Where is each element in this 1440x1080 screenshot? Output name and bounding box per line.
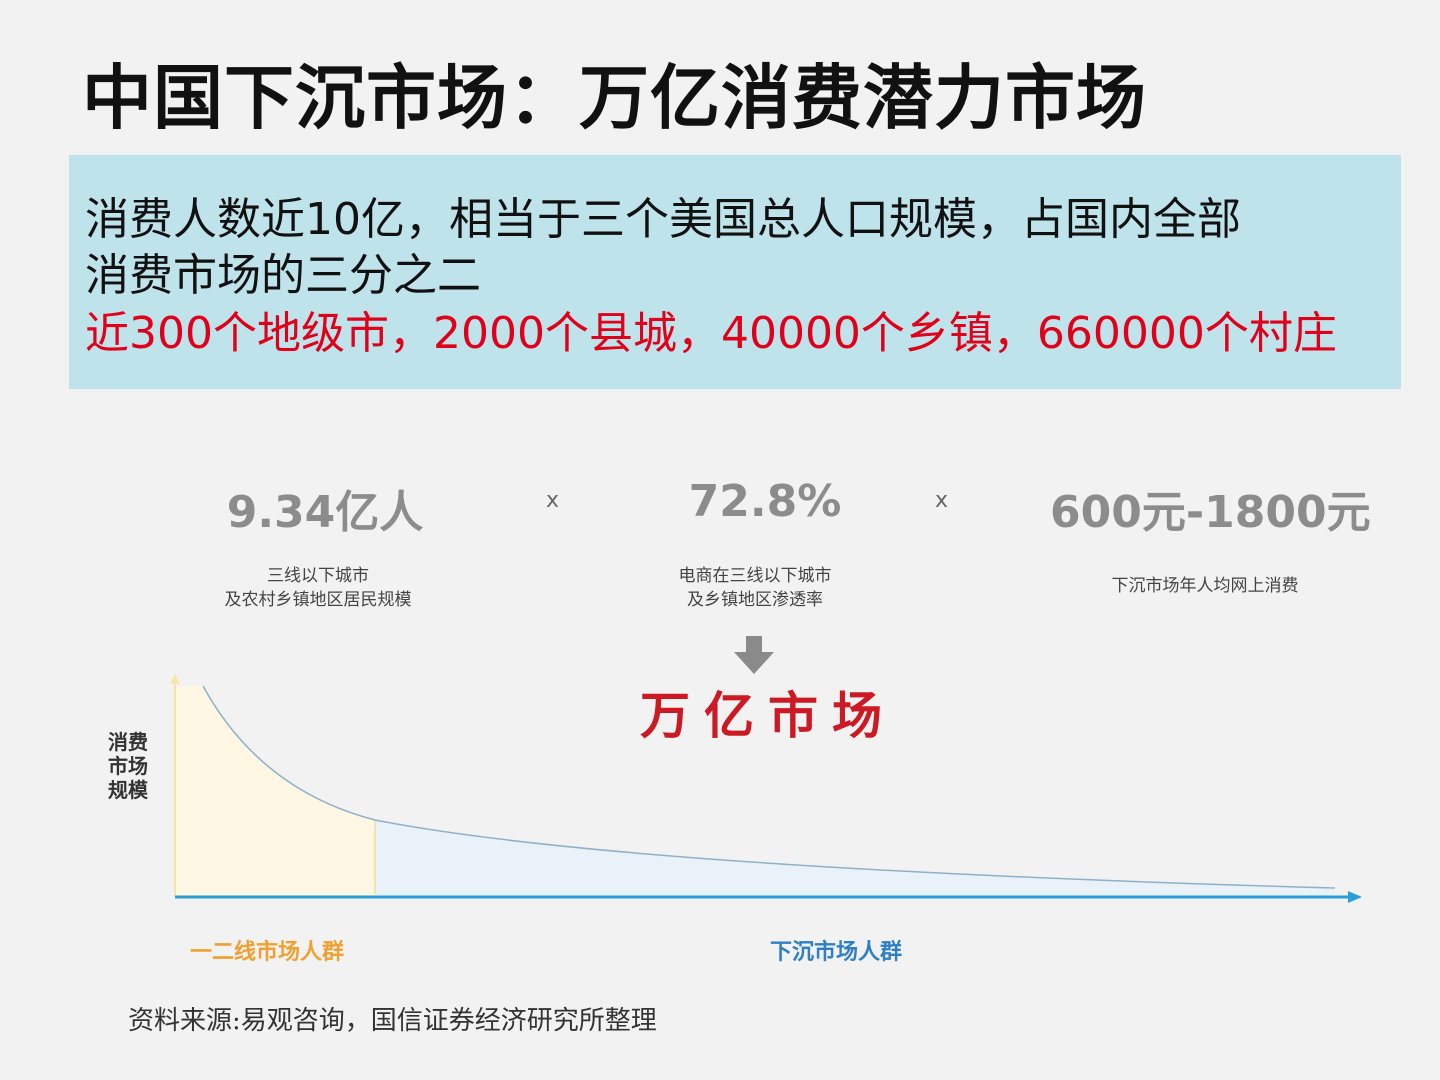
x-label-tier12: 一二线市场人群 bbox=[190, 940, 345, 965]
y-axis-label: 消费 市场 规模 bbox=[108, 730, 158, 802]
result-trillion-market: 万亿市场 bbox=[640, 687, 896, 745]
source-note: 资料来源:易观咨询，国信证券经济研究所整理 bbox=[128, 1006, 657, 1036]
y-axis-arrow-icon bbox=[170, 674, 180, 684]
market-curve-chart bbox=[170, 636, 1362, 903]
y-axis-label-line2: 市场 bbox=[108, 754, 148, 778]
x-axis-arrow-icon bbox=[1348, 891, 1362, 903]
lower-tier-area bbox=[375, 820, 1335, 896]
x-label-lower-tier: 下沉市场人群 bbox=[770, 940, 903, 965]
down-arrow-icon bbox=[734, 636, 774, 674]
y-axis-label-line3: 规模 bbox=[108, 778, 148, 802]
y-axis-label-line1: 消费 bbox=[108, 730, 148, 754]
tier12-area bbox=[175, 686, 375, 896]
